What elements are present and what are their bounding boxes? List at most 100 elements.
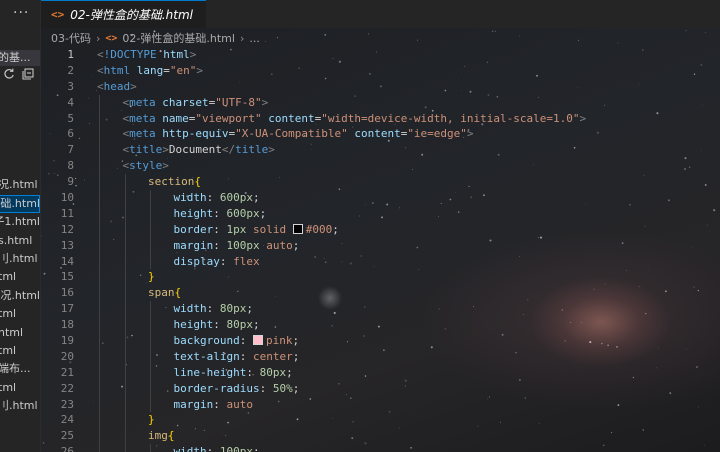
code-token: ; xyxy=(332,222,339,236)
collapse-all-icon[interactable] xyxy=(22,68,34,80)
indent-guide xyxy=(99,269,100,286)
code-token: title xyxy=(235,143,269,157)
code-line[interactable]: 20 text-align: center; xyxy=(41,348,720,365)
code-line[interactable]: 9 section{ xyxy=(41,174,720,191)
code-text: display: flex xyxy=(174,254,260,270)
indent-guide xyxy=(124,317,126,334)
explorer-file-item[interactable]: html xyxy=(0,324,40,342)
color-swatch[interactable] xyxy=(252,335,263,346)
code-line[interactable]: 2 <html lang="en"> xyxy=(41,63,720,79)
indent-guide xyxy=(124,285,126,302)
code-line[interactable]: 24} xyxy=(41,412,720,429)
code-line[interactable]: 8 <style> xyxy=(41,158,720,175)
code-token: "ie=edge" xyxy=(407,127,467,141)
indent-guide xyxy=(99,126,100,143)
code-token: < xyxy=(97,63,104,77)
code-token: = xyxy=(163,63,170,77)
indent-guide xyxy=(99,94,100,111)
code-line[interactable]: 26 width: 100px; xyxy=(41,444,720,452)
explorer-file-item[interactable]: s.html xyxy=(0,232,40,250)
code-token: 100px xyxy=(226,238,260,252)
code-line[interactable]: 18 height: 80px; xyxy=(41,317,720,334)
line-number: 22 xyxy=(60,381,74,395)
code-token: : xyxy=(206,191,220,205)
explorer-file-item[interactable]: tml xyxy=(0,342,40,360)
code-token: } xyxy=(148,270,155,284)
code-text: <meta http-equiv="X-UA-Compatible" conte… xyxy=(123,126,474,142)
code-token: > xyxy=(162,143,169,157)
code-token: { xyxy=(167,429,175,443)
explorer-file-item[interactable]: tml xyxy=(0,268,40,286)
code-line[interactable]: 5 <meta name="viewport" content="width=de… xyxy=(41,110,720,127)
more-actions-icon[interactable]: ··· xyxy=(13,5,29,21)
explorer-file-item[interactable]: tml xyxy=(0,379,40,397)
code-line[interactable]: 3 <head> xyxy=(41,79,720,95)
editor-area[interactable]: <> 02-弹性盒的基础.html 03-代码 › <> 02-弹性盒的基础.h… xyxy=(41,0,720,452)
code-text: section{ xyxy=(148,174,201,190)
code-line[interactable]: 10 width: 600px; xyxy=(41,190,720,206)
explorer-folder-title[interactable]: 的基... xyxy=(0,50,40,66)
code-token: 100px xyxy=(219,445,253,452)
breadcrumb-file[interactable]: 02-弹性盒的基础.html xyxy=(122,30,235,46)
code-line[interactable]: 21 line-height: 80px; xyxy=(41,364,720,381)
explorer-file-item[interactable]: 况.html xyxy=(0,176,40,194)
code-token: ; xyxy=(286,365,293,379)
explorer-file-item[interactable]: tml xyxy=(0,305,40,323)
code-line[interactable]: 22 border-radius: 50%; xyxy=(41,380,720,397)
explorer-file-item[interactable]: 刂.html xyxy=(0,250,40,268)
code-line[interactable]: 23 margin: auto xyxy=(41,396,720,413)
line-number: 20 xyxy=(60,349,74,363)
breadcrumb-symbol[interactable]: ... xyxy=(249,32,260,45)
code-editor[interactable]: 1 <!DOCTYPE html> 2 <html lang="en"> 3 <head>… xyxy=(41,47,720,452)
tab-active-file[interactable]: <> 02-弹性盒的基础.html xyxy=(41,0,206,28)
line-number: 25 xyxy=(60,429,74,443)
refresh-icon[interactable] xyxy=(3,68,15,80)
indent-guide xyxy=(150,396,151,413)
code-line[interactable]: 14 display: flex xyxy=(41,253,720,270)
line-number: 19 xyxy=(60,334,74,348)
code-line[interactable]: 15} xyxy=(41,269,720,286)
indent-guide xyxy=(124,333,126,349)
code-token: title xyxy=(129,143,163,157)
code-text: img{ xyxy=(148,428,175,444)
code-token: background xyxy=(173,334,240,348)
code-token: ; xyxy=(292,349,300,363)
code-line[interactable]: 12 border: 1px solid #000; xyxy=(41,221,720,238)
code-token: Document xyxy=(168,143,222,157)
code-token: ; xyxy=(292,238,300,252)
explorer-file-item[interactable]: 基础.html xyxy=(0,195,40,213)
indent-guide xyxy=(150,317,151,334)
line-number: 24 xyxy=(60,413,74,427)
indent-guide xyxy=(124,221,126,238)
indent-guide xyxy=(150,348,151,365)
indent-guide xyxy=(124,253,126,270)
code-line[interactable]: 13 margin: 100px auto; xyxy=(41,237,720,254)
code-token: : xyxy=(239,334,253,348)
code-text: margin: 100px auto; xyxy=(174,238,300,254)
indent-guide xyxy=(150,333,151,349)
breadcrumb-folder[interactable]: 03-代码 xyxy=(51,30,91,46)
indent-guide xyxy=(99,205,100,222)
indent-guide xyxy=(124,428,126,445)
explorer-file-item[interactable]: 情况.html xyxy=(0,287,40,305)
explorer-file-item[interactable]: 子1.html xyxy=(0,213,40,231)
code-token: } xyxy=(148,413,155,427)
code-line[interactable]: 4 <meta charset="UTF-8"> xyxy=(41,94,720,111)
explorer-file-label: s.html xyxy=(0,234,33,247)
code-line[interactable]: 1 <!DOCTYPE html> xyxy=(41,47,720,63)
code-token: "UTF-8" xyxy=(215,95,262,109)
code-line[interactable]: 16 span{ xyxy=(41,285,720,302)
code-line[interactable]: 17 width: 80px; xyxy=(41,301,720,318)
code-line[interactable]: 11 height: 600px; xyxy=(41,205,720,222)
indent-guide xyxy=(99,142,100,159)
code-line[interactable]: 7 <title>Document</title> xyxy=(41,142,720,159)
code-line[interactable]: 6 <meta http-equiv="X-UA-Compatible" cont… xyxy=(41,126,720,143)
code-line[interactable]: 19 background: pink; xyxy=(41,333,720,349)
explorer-file-item[interactable]: 刂.html xyxy=(0,397,40,415)
color-swatch[interactable] xyxy=(292,223,303,234)
code-text: <meta name="viewport" content="width=dev… xyxy=(123,111,587,127)
code-line[interactable]: 25 img{ xyxy=(41,428,720,445)
explorer-file-item[interactable]: 端布... xyxy=(0,360,40,378)
code-token: width xyxy=(173,191,207,205)
